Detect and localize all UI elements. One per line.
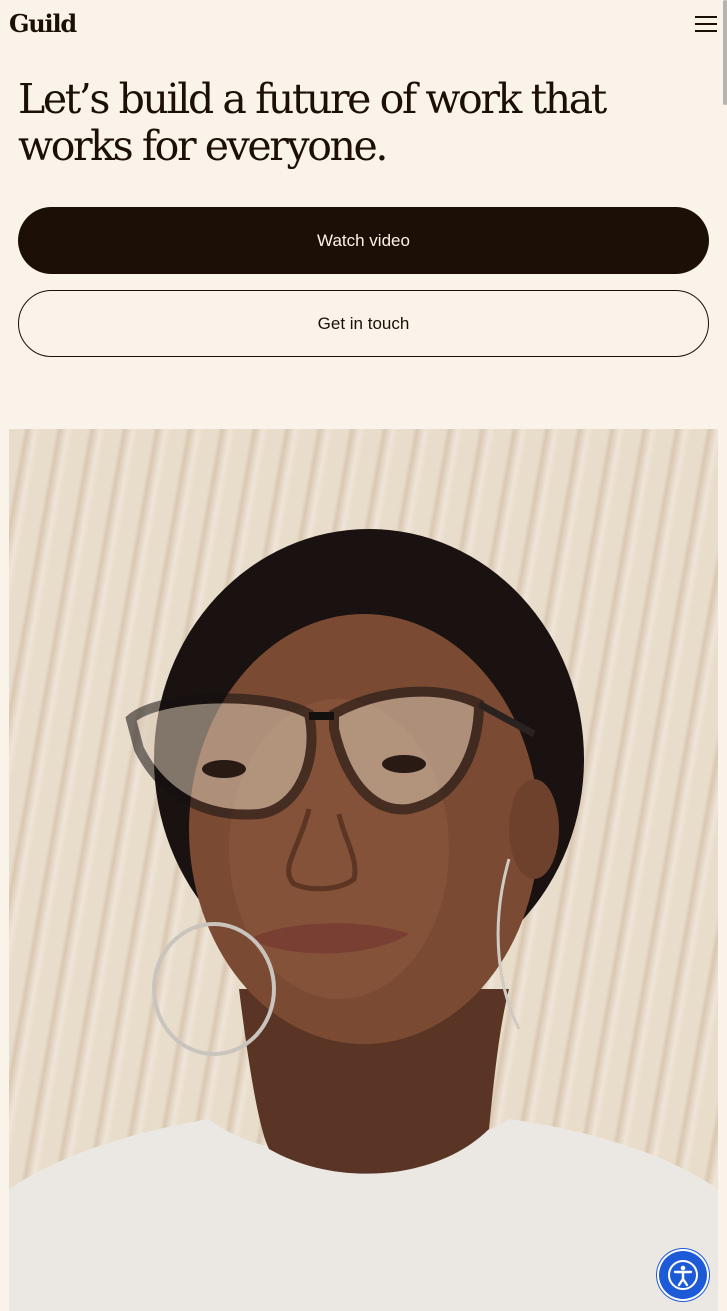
menu-line — [695, 16, 717, 18]
menu-line — [695, 30, 717, 32]
hero-title: Let’s build a future of work that works … — [18, 75, 607, 170]
watch-video-button[interactable]: Watch video — [18, 207, 709, 274]
guild-logo[interactable]: Guild — [9, 8, 77, 40]
page-scrollbar[interactable] — [723, 0, 727, 105]
portrait-illustration — [9, 529, 718, 1311]
accessibility-icon-glyph — [668, 1260, 698, 1290]
hero-portrait-photo — [9, 429, 718, 1311]
get-in-touch-button[interactable]: Get in touch — [18, 290, 709, 357]
menu-line — [695, 23, 717, 25]
accessibility-person-icon[interactable] — [659, 1251, 707, 1299]
hamburger-menu-icon[interactable] — [690, 10, 720, 38]
site-header: Guild — [0, 0, 727, 48]
